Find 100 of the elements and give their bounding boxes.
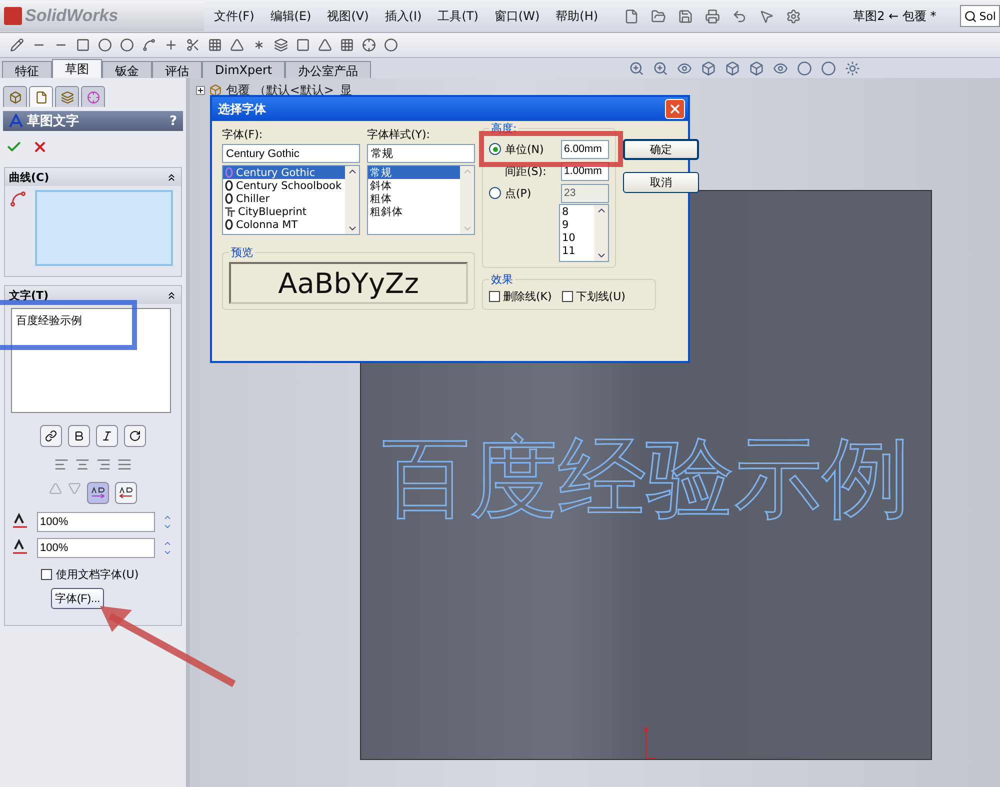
toolbar-icon[interactable]: [624, 8, 640, 24]
align-icon[interactable]: [75, 457, 90, 472]
direction-button[interactable]: [87, 482, 109, 504]
dialog-button[interactable]: 取消: [623, 172, 699, 193]
sketch-tool-icon[interactable]: [318, 38, 332, 52]
sketch-tool-icon[interactable]: [274, 38, 288, 52]
sketch-tool-icon[interactable]: [340, 38, 354, 52]
size-list-item[interactable]: 8: [560, 205, 594, 218]
spin-up-icon[interactable]: [163, 539, 172, 548]
view-toolbar-icon[interactable]: [725, 60, 740, 76]
style-list-item[interactable]: 粗体: [368, 192, 460, 205]
menu-item[interactable]: 窗口(W): [488, 8, 546, 24]
menu-item[interactable]: 帮助(H): [550, 8, 604, 24]
toolbar-icon[interactable]: [678, 8, 694, 24]
percent-field[interactable]: 100%: [37, 538, 155, 558]
view-toolbar-icon[interactable]: [677, 60, 692, 76]
collapse-icon[interactable]: [166, 172, 177, 182]
toolbar-icon[interactable]: [651, 8, 666, 24]
view-toolbar-icon[interactable]: [749, 60, 764, 76]
expand-icon[interactable]: [196, 86, 205, 95]
checkbox[interactable]: [489, 291, 500, 302]
menu-item[interactable]: 工具(T): [432, 8, 484, 24]
font-list-item[interactable]: Chiller: [223, 192, 345, 205]
align-icon[interactable]: [54, 457, 69, 472]
checkbox[interactable]: [562, 291, 573, 302]
sketch-tool-icon[interactable]: [362, 38, 376, 52]
command-tab[interactable]: 办公室产品: [285, 61, 372, 78]
menu-item[interactable]: 插入(I): [378, 8, 428, 24]
link-button[interactable]: [40, 425, 62, 447]
spin-up-icon[interactable]: [163, 513, 172, 522]
spacing-field[interactable]: 1.00mm: [561, 162, 609, 180]
height-field[interactable]: 6.00mm: [561, 140, 609, 158]
search-field[interactable]: Sol: [960, 5, 1000, 27]
view-toolbar-icon[interactable]: [821, 60, 836, 76]
bold-button[interactable]: [68, 425, 90, 447]
menu-item[interactable]: 文件(F): [208, 8, 260, 24]
toolbar-icon[interactable]: [759, 8, 774, 24]
checkbox[interactable]: [41, 569, 52, 580]
percent-field[interactable]: 100%: [37, 512, 155, 532]
panel-tab[interactable]: [55, 86, 79, 107]
toolbar-icon[interactable]: [705, 8, 720, 24]
sketch-tool-icon[interactable]: [208, 38, 222, 52]
command-tab[interactable]: DimXpert: [202, 61, 286, 78]
command-tab[interactable]: 钣金: [102, 61, 152, 78]
view-toolbar-icon[interactable]: [773, 60, 788, 76]
command-tab[interactable]: 特征: [2, 61, 52, 78]
panel-tab[interactable]: [81, 86, 105, 107]
sketch-tool-icon[interactable]: [384, 38, 398, 52]
italic-button[interactable]: [96, 425, 118, 447]
spin-down-icon[interactable]: [163, 548, 172, 557]
command-tab[interactable]: 评估: [152, 61, 202, 78]
toolbar-icon[interactable]: [786, 8, 802, 24]
view-toolbar-icon[interactable]: [629, 60, 644, 76]
sketch-tool-icon[interactable]: [164, 38, 178, 52]
sketch-tool-icon[interactable]: [76, 38, 90, 52]
menu-item[interactable]: 视图(V): [321, 8, 375, 24]
sketch-tool-icon[interactable]: [142, 38, 156, 52]
dialog-button[interactable]: 确定: [623, 139, 699, 160]
font-name-field[interactable]: Century Gothic: [222, 144, 360, 163]
menu-item[interactable]: 编辑(E): [264, 8, 318, 24]
sketch-tool-icon[interactable]: [10, 38, 24, 52]
font-style-field[interactable]: 常规: [367, 144, 475, 163]
radio-button[interactable]: [489, 187, 501, 199]
toolbar-icon[interactable]: [732, 8, 748, 24]
font-button[interactable]: 字体(F)...: [51, 588, 104, 609]
font-list-item[interactable]: CityBlueprint: [223, 205, 345, 218]
command-tab[interactable]: 草图: [52, 59, 102, 78]
text-input[interactable]: 百度经验示例: [11, 308, 171, 413]
style-list-item[interactable]: 常规: [368, 166, 460, 179]
sketch-tool-icon[interactable]: [296, 38, 310, 52]
font-list-item[interactable]: Century Gothic: [223, 166, 345, 179]
size-list-item[interactable]: 10: [560, 231, 594, 244]
view-toolbar-icon[interactable]: [653, 60, 668, 76]
radio-button[interactable]: [489, 143, 501, 155]
view-toolbar-icon[interactable]: [701, 60, 716, 76]
sketch-tool-icon[interactable]: [120, 38, 134, 52]
panel-tab[interactable]: [3, 86, 27, 107]
help-button[interactable]: ?: [169, 114, 177, 128]
panel-tab[interactable]: [29, 86, 53, 107]
size-list-item[interactable]: 9: [560, 218, 594, 231]
view-toolbar-icon[interactable]: [797, 60, 812, 76]
preview-sample: AaBbYyZz: [229, 262, 468, 304]
view-toolbar-icon[interactable]: [845, 60, 860, 76]
style-list-item[interactable]: 粗斜体: [368, 205, 460, 218]
font-list-item[interactable]: Colonna MT: [223, 218, 345, 231]
style-list-item[interactable]: 斜体: [368, 179, 460, 192]
align-icon[interactable]: [117, 457, 132, 472]
sketch-tool-icon[interactable]: [230, 38, 244, 52]
collapse-icon[interactable]: [166, 290, 177, 300]
rotate-button[interactable]: [124, 425, 146, 447]
align-icon[interactable]: [96, 457, 111, 472]
spin-down-icon[interactable]: [163, 522, 172, 531]
close-button[interactable]: [665, 99, 685, 119]
direction-button[interactable]: [115, 482, 137, 504]
font-list-item[interactable]: Century Schoolbook: [223, 179, 345, 192]
sketch-tool-icon[interactable]: [98, 38, 112, 52]
sketch-tool-icon[interactable]: [186, 38, 200, 52]
size-list-item[interactable]: 11: [560, 244, 594, 257]
close-icon[interactable]: [32, 139, 48, 155]
logo-icon: [4, 7, 22, 25]
